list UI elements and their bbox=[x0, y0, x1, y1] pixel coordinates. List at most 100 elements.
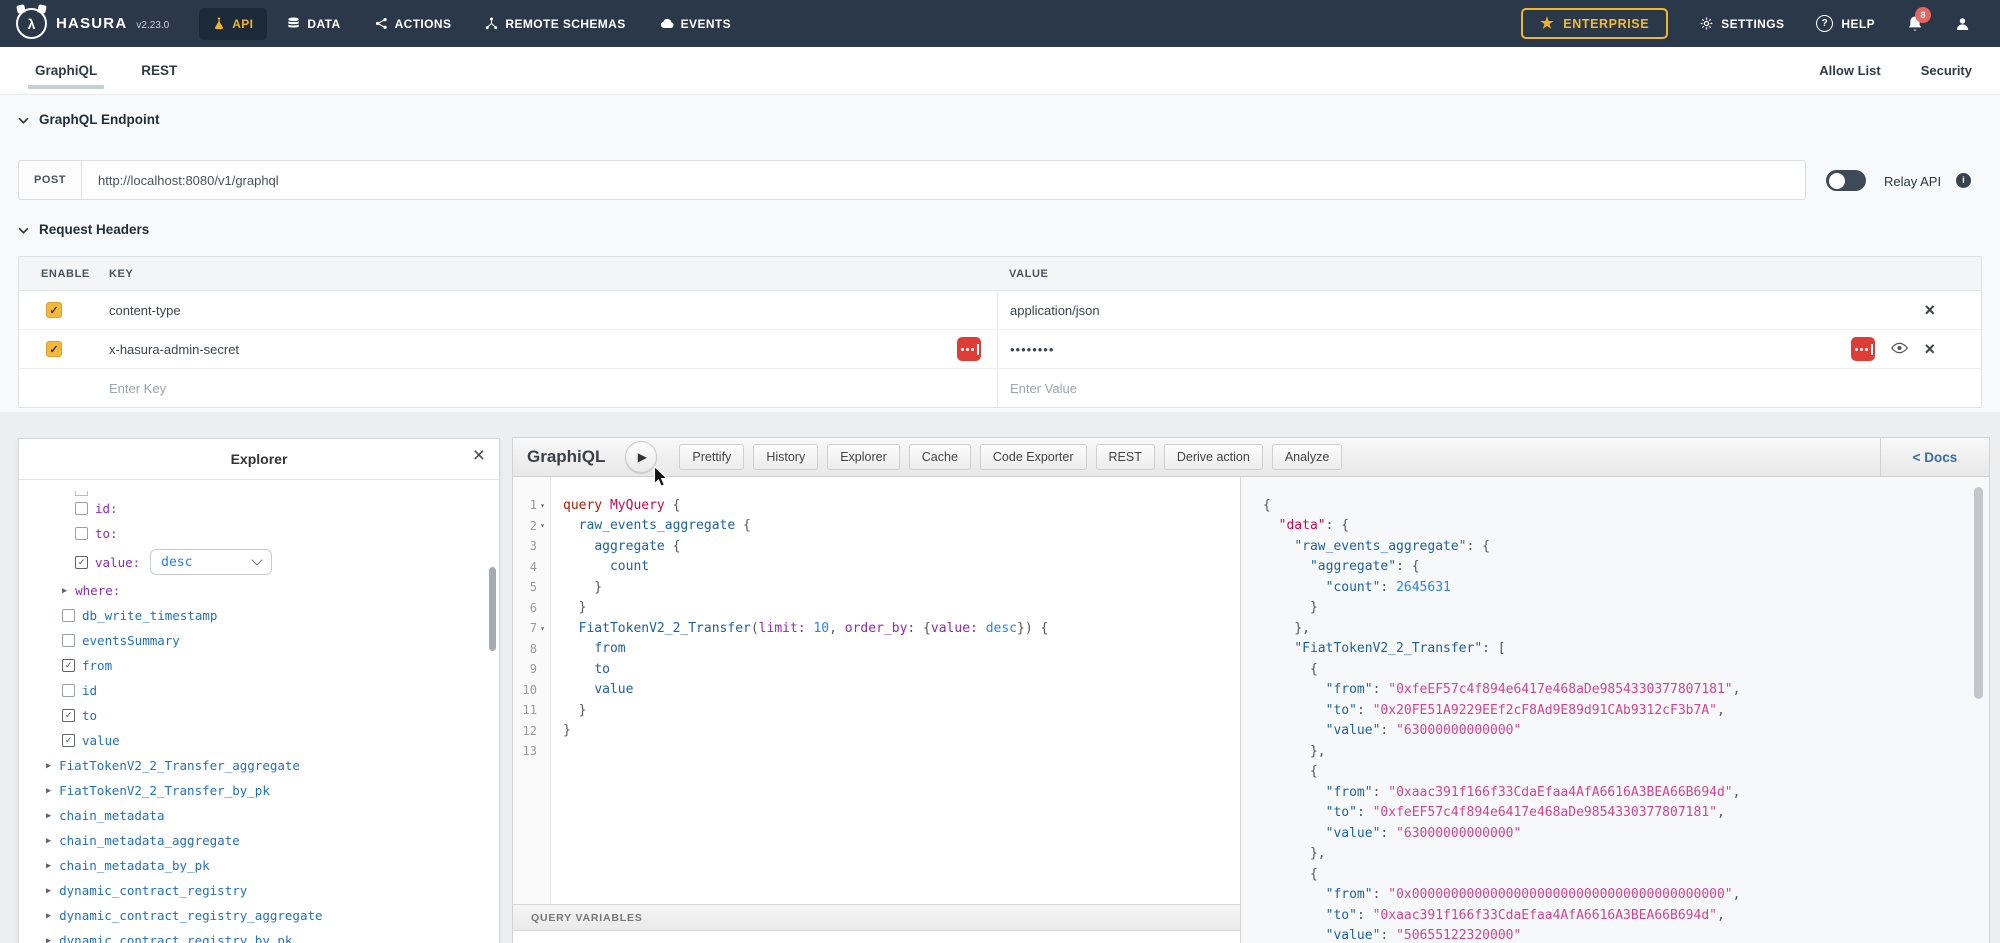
docs-button[interactable]: < Docs bbox=[1880, 438, 1989, 476]
nav-item-data[interactable]: DATA bbox=[273, 8, 354, 40]
toolbar-button-rest[interactable]: REST bbox=[1096, 444, 1155, 470]
checkbox[interactable] bbox=[62, 684, 75, 697]
toolbar-button-cache[interactable]: Cache bbox=[909, 444, 971, 470]
explorer-row[interactable]: id: bbox=[19, 496, 499, 521]
notifications-button[interactable]: 8 bbox=[1907, 15, 1923, 32]
response-line: { bbox=[1263, 762, 1989, 783]
order-by-dropdown[interactable]: desc bbox=[150, 549, 272, 575]
new-header-key-input[interactable]: Enter Key bbox=[109, 381, 166, 396]
api-subtabs: GraphiQL REST Allow List Security bbox=[0, 47, 2000, 95]
explorer-row[interactable]: ✓value:desc bbox=[19, 546, 499, 578]
checkbox[interactable]: ✓ bbox=[75, 556, 88, 569]
relay-info-icon[interactable]: i bbox=[1956, 173, 1971, 188]
checkbox[interactable] bbox=[62, 609, 75, 622]
toolbar-button-derive-action[interactable]: Derive action bbox=[1164, 444, 1263, 470]
tab-security[interactable]: Security bbox=[1921, 63, 1972, 78]
expand-triangle-icon: ▶ bbox=[46, 861, 51, 871]
settings-button[interactable]: SETTINGS bbox=[1700, 17, 1784, 31]
header-value[interactable]: application/json bbox=[1010, 303, 1100, 318]
checkbox[interactable] bbox=[75, 502, 88, 515]
header-value-masked[interactable]: •••••••• bbox=[1010, 342, 1054, 357]
nav-item-api[interactable]: API bbox=[199, 8, 267, 40]
toolbar-button-prettify[interactable]: Prettify bbox=[679, 444, 744, 470]
explorer-row[interactable]: ▶chain_metadata_by_pk bbox=[19, 853, 499, 878]
table-row-new: Enter Key Enter Value bbox=[19, 369, 1981, 407]
question-icon: ? bbox=[1816, 15, 1833, 32]
nav-item-events[interactable]: EVENTS bbox=[646, 8, 745, 40]
explorer-row[interactable]: db_write_timestamp bbox=[19, 603, 499, 628]
explorer-row[interactable]: ✓to bbox=[19, 703, 499, 728]
fold-arrow-icon: ▾ bbox=[537, 521, 548, 530]
query-variables-editor[interactable] bbox=[513, 931, 1240, 943]
code-line: raw_events_aggregate { bbox=[563, 516, 1240, 537]
checkbox[interactable] bbox=[75, 527, 88, 540]
toolbar-button-history[interactable]: History bbox=[753, 444, 818, 470]
response-line: "aggregate": { bbox=[1263, 557, 1989, 578]
relay-api-toggle[interactable] bbox=[1826, 170, 1866, 191]
toolbar-button-explorer[interactable]: Explorer bbox=[827, 444, 900, 470]
tab-graphiql[interactable]: GraphiQL bbox=[28, 47, 104, 94]
explorer-row[interactable]: ▶where: bbox=[19, 578, 499, 603]
remove-header-button[interactable]: × bbox=[1924, 340, 1935, 358]
password-extension-icon[interactable] bbox=[957, 337, 981, 361]
headers-section-header[interactable]: Request Headers bbox=[18, 222, 149, 237]
header-key[interactable]: content-type bbox=[109, 303, 181, 318]
enterprise-button[interactable]: ★ ENTERPRISE bbox=[1521, 8, 1668, 39]
chevron-down-icon bbox=[18, 117, 29, 124]
gear-icon bbox=[1700, 17, 1713, 30]
nav-items: API DATA ACTIONS REMOTE SCHEMAS bbox=[199, 8, 745, 40]
tab-allow-list[interactable]: Allow List bbox=[1819, 63, 1880, 78]
hasura-logo[interactable]: λ HASURA v2.23.0 bbox=[16, 8, 169, 39]
explorer-row-partial bbox=[19, 486, 499, 496]
user-menu-button[interactable] bbox=[1955, 16, 1970, 32]
code-line bbox=[563, 741, 1240, 762]
hasura-logo-icon: λ bbox=[16, 8, 47, 39]
checkbox[interactable]: ✓ bbox=[62, 709, 75, 722]
expand-triangle-icon: ▶ bbox=[62, 586, 67, 596]
close-icon[interactable]: × bbox=[473, 444, 485, 468]
header-enabled-checkbox[interactable]: ✓ bbox=[46, 302, 62, 318]
password-extension-icon[interactable] bbox=[1851, 337, 1875, 361]
response-line: "raw_events_aggregate": { bbox=[1263, 536, 1989, 557]
explorer-row[interactable]: ▶FiatTokenV2_2_Transfer_aggregate bbox=[19, 753, 499, 778]
request-headers-table: ENABLE KEY VALUE ✓ content-type applicat… bbox=[18, 256, 1982, 408]
help-button[interactable]: ? HELP bbox=[1816, 15, 1875, 32]
explorer-title: Explorer bbox=[231, 451, 288, 467]
checkbox[interactable]: ✓ bbox=[62, 734, 75, 747]
nav-item-actions[interactable]: ACTIONS bbox=[361, 8, 466, 40]
header-key[interactable]: x-hasura-admin-secret bbox=[109, 342, 239, 357]
response-line: "from": "0xaac391f166f33CdaEfaa4AfA6616A… bbox=[1263, 782, 1989, 803]
expand-triangle-icon: ▶ bbox=[46, 761, 51, 771]
new-header-value-input[interactable]: Enter Value bbox=[1010, 381, 1077, 396]
response-scrollbar[interactable] bbox=[1974, 487, 1983, 699]
nav-item-remote-schemas[interactable]: REMOTE SCHEMAS bbox=[471, 8, 639, 40]
header-enabled-checkbox[interactable]: ✓ bbox=[46, 341, 62, 357]
endpoint-section-header[interactable]: GraphQL Endpoint bbox=[18, 112, 160, 127]
tab-rest[interactable]: REST bbox=[134, 47, 184, 94]
explorer-row[interactable]: to: bbox=[19, 521, 499, 546]
explorer-row[interactable]: ▶chain_metadata_aggregate bbox=[19, 828, 499, 853]
reveal-secret-icon[interactable] bbox=[1891, 342, 1908, 357]
explorer-row[interactable]: id bbox=[19, 678, 499, 703]
checkbox[interactable] bbox=[62, 634, 75, 647]
explorer-row[interactable]: ▶dynamic_contract_registry_aggregate bbox=[19, 903, 499, 928]
explorer-row[interactable]: eventsSummary bbox=[19, 628, 499, 653]
query-editor[interactable]: query MyQuery { raw_events_aggregate { a… bbox=[551, 477, 1240, 904]
explorer-row[interactable]: ▶chain_metadata bbox=[19, 803, 499, 828]
execute-query-button[interactable]: ▶ bbox=[625, 441, 657, 473]
query-variables-bar[interactable]: QUERY VARIABLES bbox=[513, 904, 1240, 931]
explorer-row[interactable]: ▶FiatTokenV2_2_Transfer_by_pk bbox=[19, 778, 499, 803]
table-row: ✓ x-hasura-admin-secret •••••••• × bbox=[19, 330, 1981, 369]
remove-header-button[interactable]: × bbox=[1924, 301, 1935, 319]
explorer-row[interactable]: ▶dynamic_contract_registry bbox=[19, 878, 499, 903]
explorer-row[interactable]: ✓value bbox=[19, 728, 499, 753]
explorer-scrollbar[interactable] bbox=[489, 567, 496, 651]
graphiql-toolbar: GraphiQL ▶ PrettifyHistoryExplorerCacheC… bbox=[513, 438, 1989, 477]
endpoint-url-input[interactable]: http://localhost:8080/v1/graphql bbox=[82, 161, 1805, 199]
explorer-row[interactable]: ✓from bbox=[19, 653, 499, 678]
toolbar-button-code-exporter[interactable]: Code Exporter bbox=[980, 444, 1087, 470]
checkbox[interactable]: ✓ bbox=[62, 659, 75, 672]
explorer-row[interactable]: ▶dynamic_contract_registry_by_pk bbox=[19, 928, 499, 943]
toolbar-button-analyze[interactable]: Analyze bbox=[1272, 444, 1342, 470]
response-line: { bbox=[1263, 495, 1989, 516]
